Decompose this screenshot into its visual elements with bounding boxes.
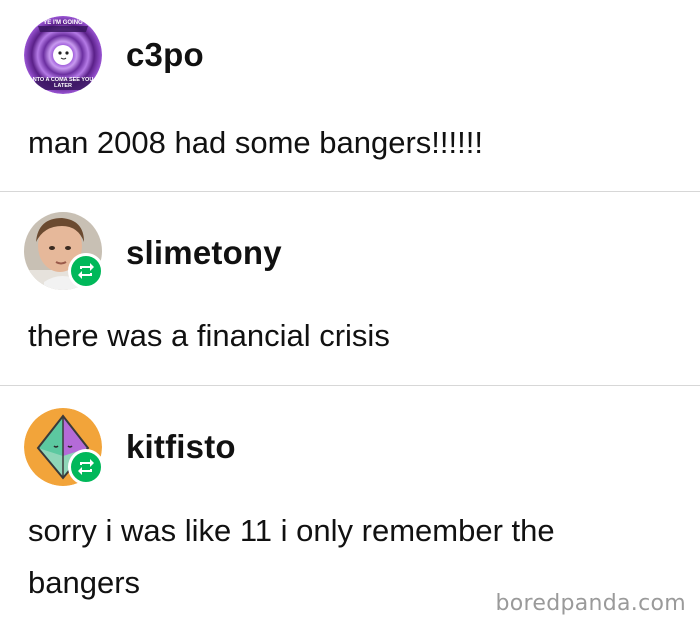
post-kitfisto: kitfisto sorry i was like 11 i only reme… bbox=[0, 386, 700, 626]
watermark: boredpanda.com bbox=[495, 591, 686, 616]
avatar-caption-top: YE I'M GOING bbox=[43, 20, 83, 26]
reblog-icon bbox=[78, 263, 94, 279]
reblog-badge bbox=[68, 253, 104, 289]
username[interactable]: kitfisto bbox=[126, 428, 236, 466]
post-text: there was a financial crisis bbox=[28, 318, 390, 353]
c3po-avatar[interactable]: YE I'M GOING NTO A COMA SEE YOU LATER bbox=[24, 16, 102, 94]
avatar-caption-bottom: NTO A COMA SEE YOU LATER bbox=[32, 77, 94, 89]
post-c3po: YE I'M GOING NTO A COMA SEE YOU LATER c3… bbox=[0, 0, 700, 192]
post-text: man 2008 had some bangers!!!!!! bbox=[28, 125, 483, 160]
reblog-icon bbox=[78, 459, 94, 475]
post-text-line-1: sorry i was like 11 i only remember the bbox=[28, 513, 555, 548]
post-slimetony: slimetony there was a financial crisis bbox=[0, 192, 700, 386]
reblog-badge bbox=[68, 449, 104, 485]
username[interactable]: slimetony bbox=[126, 234, 282, 272]
username[interactable]: c3po bbox=[126, 36, 204, 74]
